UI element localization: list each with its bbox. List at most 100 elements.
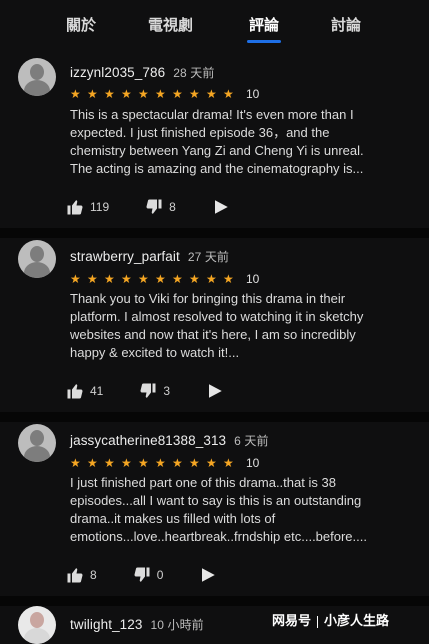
thumbs-up-icon (67, 384, 83, 399)
review-line: episodes...all I want to say is this is … (70, 493, 362, 508)
share-button[interactable] (212, 198, 230, 216)
watermark: 网易号 小彦人生路 (272, 610, 389, 629)
review-header: twilight_123 10 小時前 (70, 616, 204, 633)
thumbs-down-icon (140, 383, 156, 398)
review-line: drama..it makes us filled with lots of (70, 511, 276, 526)
star-icon: ★ (87, 87, 98, 101)
star-icon: ★ (104, 272, 115, 286)
star-icon: ★ (70, 272, 81, 286)
review-text[interactable]: I just finished part one of this drama..… (70, 474, 415, 546)
active-tab-indicator (247, 40, 281, 43)
tab-about[interactable]: 關於 (66, 14, 96, 35)
avatar[interactable] (18, 424, 56, 462)
review-line: emotions...love..heartbreak..frndship et… (70, 529, 367, 544)
review-text[interactable]: This is a spectacular drama! It's even m… (70, 106, 415, 178)
star-icon: ★ (70, 456, 81, 470)
star-icon: ★ (172, 456, 183, 470)
review-line: Thank you to Viki for bringing this dram… (70, 291, 346, 306)
review-line: I just finished part one of this drama..… (70, 475, 336, 490)
star-icon: ★ (223, 456, 234, 470)
thumbs-up-icon (67, 568, 83, 583)
thumbs-down-icon (146, 199, 162, 214)
review-age: 6 天前 (234, 434, 269, 448)
star-icon: ★ (172, 87, 183, 101)
star-icon: ★ (223, 272, 234, 286)
star-icon: ★ (189, 87, 200, 101)
rating-stars: ★ ★ ★ ★ ★ ★ ★ ★ ★ ★ 10 (70, 87, 260, 101)
avatar[interactable] (18, 58, 56, 96)
dislike-count: 8 (169, 200, 176, 214)
star-icon: ★ (121, 456, 132, 470)
dislike-button[interactable]: 8 (145, 198, 176, 216)
review-header: jassycatherine81388_313 6 天前 (70, 432, 269, 449)
username[interactable]: strawberry_parfait (70, 249, 180, 264)
dislike-button[interactable]: 3 (139, 382, 170, 400)
review-line: happy & excited to watch it!... (70, 345, 240, 360)
star-icon: ★ (155, 272, 166, 286)
share-button[interactable] (206, 382, 224, 400)
avatar[interactable] (18, 240, 56, 278)
star-icon: ★ (189, 272, 200, 286)
review-actions: 41 3 (66, 380, 260, 402)
star-icon: ★ (206, 272, 217, 286)
like-button[interactable]: 8 (66, 566, 97, 584)
star-icon: ★ (104, 456, 115, 470)
rating-stars: ★ ★ ★ ★ ★ ★ ★ ★ ★ ★ 10 (70, 456, 259, 470)
review-line: platform. I almost resolved to watching … (70, 309, 364, 324)
like-button[interactable]: 41 (66, 382, 103, 400)
star-icon: ★ (121, 87, 132, 101)
review-line: websites and now that it's here, I am so… (70, 327, 356, 342)
share-icon (209, 384, 222, 398)
review-header: strawberry_parfait 27 天前 (70, 248, 229, 265)
tab-episodes[interactable]: 電視劇 (148, 14, 193, 35)
review-line: The acting is amazing and the cinematogr… (70, 161, 364, 176)
watermark-right: 小彦人生路 (324, 613, 390, 628)
star-icon: ★ (206, 87, 217, 101)
review-line: This is a spectacular drama! It's even m… (70, 107, 354, 122)
star-icon: ★ (155, 87, 166, 101)
review-age: 27 天前 (187, 250, 230, 264)
username[interactable]: twilight_123 (70, 617, 143, 632)
review-age: 28 天前 (173, 66, 215, 80)
rating-stars: ★ ★ ★ ★ ★ ★ ★ ★ ★ ★ 10 (70, 272, 259, 286)
review-actions: 119 8 (66, 196, 266, 218)
star-icon: ★ (121, 272, 132, 286)
star-icon: ★ (155, 456, 166, 470)
star-icon: ★ (172, 272, 183, 286)
like-count: 41 (90, 384, 104, 398)
watermark-divider (317, 615, 319, 628)
review-line: chemistry between Yang Zi and Cheng Yi i… (70, 143, 364, 158)
share-icon (202, 568, 216, 582)
star-icon: ★ (138, 456, 149, 470)
share-icon (214, 200, 228, 214)
review-age: 10 小時前 (150, 618, 204, 632)
star-icon: ★ (189, 456, 200, 470)
star-icon: ★ (87, 456, 98, 470)
username[interactable]: izzynl2035_786 (70, 65, 165, 80)
star-icon: ★ (138, 272, 149, 286)
tab-reviews[interactable]: 評論 (249, 14, 279, 35)
review-text[interactable]: Thank you to Viki for bringing this dram… (70, 290, 415, 362)
star-icon: ★ (70, 87, 81, 101)
dislike-count: 0 (156, 568, 164, 582)
rating-score: 10 (246, 87, 260, 101)
tab-bar: 關於 電視劇 評論 討論 (0, 0, 429, 48)
star-icon: ★ (87, 272, 98, 286)
like-button[interactable]: 119 (66, 198, 109, 216)
thumbs-down-icon (134, 567, 150, 582)
avatar[interactable] (18, 606, 56, 644)
star-icon: ★ (206, 456, 217, 470)
dislike-button[interactable]: 0 (133, 566, 164, 584)
star-icon: ★ (138, 87, 149, 101)
watermark-left: 网易号 (272, 613, 312, 628)
divider (0, 228, 429, 238)
tab-discussions[interactable]: 討論 (331, 14, 361, 35)
divider (0, 412, 429, 422)
star-icon: ★ (104, 87, 115, 101)
like-count: 8 (90, 568, 97, 582)
like-count: 119 (90, 200, 110, 214)
review-actions: 8 0 (66, 564, 253, 586)
share-button[interactable] (199, 566, 217, 584)
username[interactable]: jassycatherine81388_313 (70, 433, 226, 448)
divider (0, 596, 429, 606)
